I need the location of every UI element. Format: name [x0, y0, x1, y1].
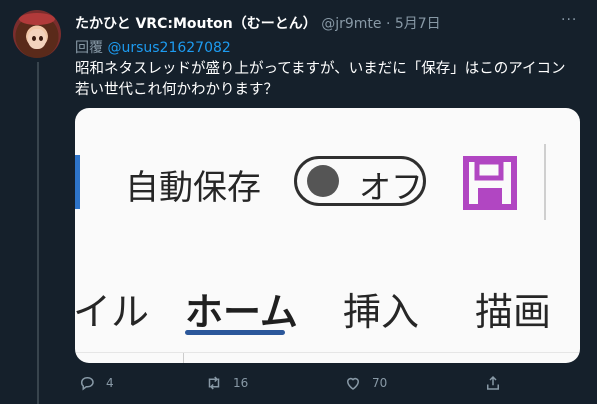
author-name[interactable]: たかひと VRC:Mouton（むーとん） [75, 16, 317, 32]
ribbon-divider [544, 144, 546, 220]
author-handle[interactable]: @jr9mte [321, 16, 381, 32]
tab-file-partial: イル [75, 290, 150, 334]
reply-button[interactable]: 4 [78, 374, 114, 392]
tweet-actions: 4 16 70 [0, 374, 597, 396]
tweet-date[interactable]: 5月7日 [395, 16, 441, 32]
share-icon [487, 375, 499, 390]
tweet-image[interactable]: 自動保存 オフ イル ホーム 挿入 描画 [75, 108, 580, 363]
author-avatar[interactable] [13, 10, 61, 58]
retweet-count: 16 [233, 376, 249, 390]
ribbon-edge-accent [75, 155, 80, 209]
ribbon-tick [183, 353, 184, 363]
reply-mention-link[interactable]: @ursus21627082 [107, 40, 230, 56]
like-count: 70 [372, 376, 388, 390]
autosave-toggle: オフ [294, 156, 426, 206]
thread-line [37, 62, 39, 404]
tab-draw: 描画 [475, 290, 552, 334]
ribbon-bottom-line [75, 352, 580, 353]
toggle-state-label: オフ [359, 168, 424, 206]
toggle-knob [307, 165, 339, 197]
more-options-icon[interactable]: ··· [561, 12, 577, 28]
reply-prefix: 回覆 [75, 40, 103, 56]
tweet-text: 昭和ネタスレッドが盛り上がってますが、いまだに「保存」はこのアイコン 若い世代こ… [75, 61, 581, 98]
reply-context: 回覆 @ursus21627082 [75, 37, 231, 57]
share-button[interactable] [484, 374, 502, 392]
reply-count: 4 [106, 376, 114, 390]
active-tab-underline [185, 330, 285, 335]
separator: · [385, 16, 391, 32]
retweet-button[interactable]: 16 [205, 374, 248, 392]
retweet-icon [208, 376, 220, 390]
like-button[interactable]: 70 [344, 374, 387, 392]
tab-home: ホーム [185, 290, 298, 334]
tweet-header: たかひと VRC:Mouton（むーとん） @jr9mte · 5月7日 [75, 13, 441, 33]
autosave-label: 自動保存 [125, 168, 261, 208]
tab-insert: 挿入 [343, 290, 420, 334]
heart-icon [346, 377, 360, 390]
reply-icon [81, 377, 94, 391]
floppy-disk-save-icon [463, 156, 517, 210]
